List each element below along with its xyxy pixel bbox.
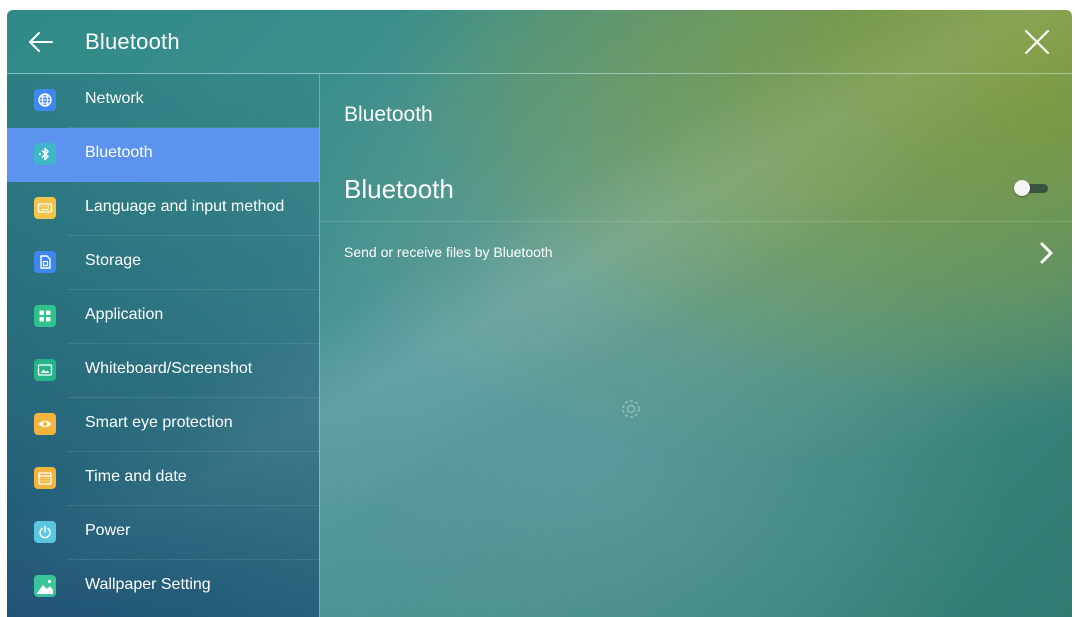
back-button[interactable] xyxy=(25,26,57,58)
bluetooth-icon xyxy=(34,143,56,165)
image-icon xyxy=(34,575,56,597)
arrow-left-icon xyxy=(29,32,53,52)
loading-spinner-icon xyxy=(620,398,642,420)
toggle-knob xyxy=(1014,180,1030,196)
sidebar-item-time-date[interactable]: Time and date xyxy=(7,452,319,506)
sidebar-item-label: Network xyxy=(85,90,144,107)
sidebar-item-label: Storage xyxy=(85,252,142,269)
settings-sidebar: Network Bluetooth Language and input met… xyxy=(7,74,319,617)
sidebar-item-power[interactable]: Power xyxy=(7,506,319,560)
bluetooth-toggle[interactable] xyxy=(1014,180,1050,196)
eye-icon xyxy=(34,413,56,435)
apps-grid-icon xyxy=(34,305,56,327)
page-title: Bluetooth xyxy=(85,29,180,54)
send-receive-files-label: Send or receive files by Bluetooth xyxy=(344,244,553,260)
sidebar-divider-vertical xyxy=(319,74,320,617)
screenshot-icon xyxy=(34,359,56,381)
send-receive-files-row[interactable]: Send or receive files by Bluetooth xyxy=(320,222,1072,282)
sidebar-item-label: Bluetooth xyxy=(85,144,153,161)
sidebar-item-label: Power xyxy=(85,522,131,539)
sidebar-item-bluetooth[interactable]: Bluetooth xyxy=(7,128,319,182)
sidebar-item-language[interactable]: Language and input method xyxy=(7,182,319,236)
calendar-icon xyxy=(34,467,56,489)
chevron-right-icon xyxy=(1037,238,1057,268)
title-bar: Bluetooth xyxy=(7,10,1072,73)
sidebar-item-label: Smart eye protection xyxy=(85,414,233,431)
globe-icon xyxy=(34,89,56,111)
close-icon xyxy=(1024,29,1050,55)
sidebar-item-wallpaper[interactable]: Wallpaper Setting xyxy=(7,560,319,614)
power-icon xyxy=(34,521,56,543)
sidebar-item-network[interactable]: Network xyxy=(7,74,319,128)
sidebar-item-label: Whiteboard/Screenshot xyxy=(85,360,253,377)
settings-window: Bluetooth Network Bluetooth Language and… xyxy=(7,10,1072,617)
sidebar-item-whiteboard[interactable]: Whiteboard/Screenshot xyxy=(7,344,319,398)
sidebar-item-storage[interactable]: Storage xyxy=(7,236,319,290)
sidebar-item-application[interactable]: Application xyxy=(7,290,319,344)
storage-icon xyxy=(34,251,56,273)
sidebar-item-label: Language and input method xyxy=(85,198,285,215)
section-title: Bluetooth xyxy=(344,103,433,126)
sidebar-item-label: Application xyxy=(85,306,164,323)
bluetooth-toggle-label: Bluetooth xyxy=(344,174,454,204)
keyboard-icon xyxy=(34,197,56,219)
sidebar-item-label: Time and date xyxy=(85,468,187,485)
close-button[interactable] xyxy=(1023,28,1051,56)
sidebar-item-eye-protection[interactable]: Smart eye protection xyxy=(7,398,319,452)
sidebar-item-label: Wallpaper Setting xyxy=(85,576,211,593)
